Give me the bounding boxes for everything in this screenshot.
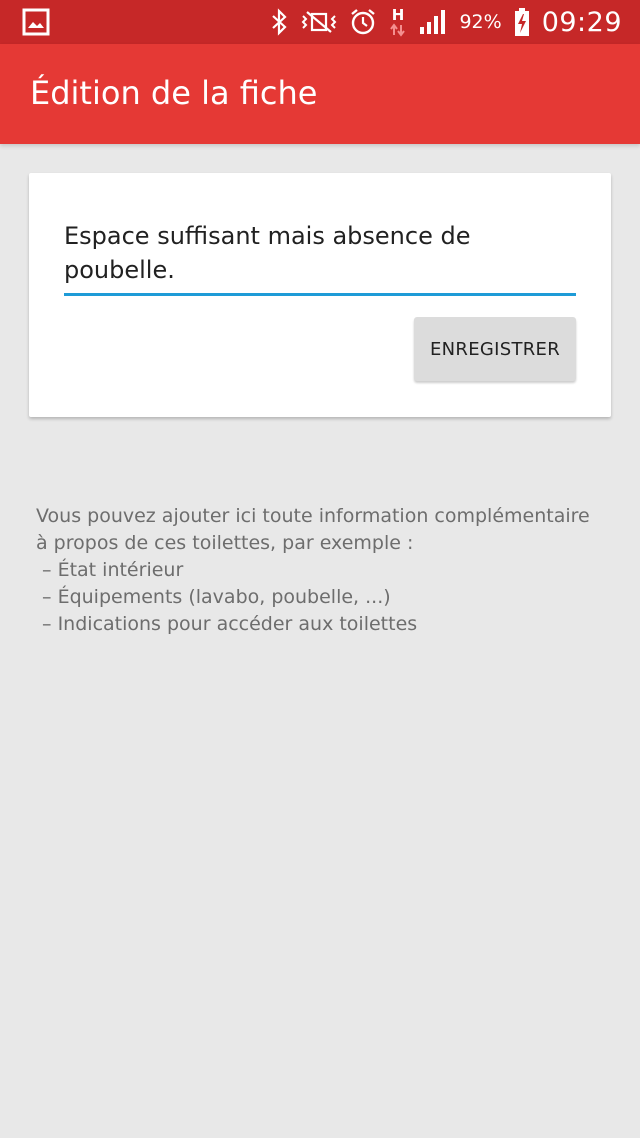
clock: 09:29 — [541, 6, 622, 38]
help-line: Vous pouvez ajouter ici toute informatio… — [36, 505, 590, 527]
help-line: à propos de ces toilettes, par exemple : — [36, 532, 414, 554]
description-text-field[interactable]: Espace suffisant mais absence de poubell… — [64, 219, 576, 296]
page-title: Édition de la fiche — [30, 74, 318, 112]
edit-card: Espace suffisant mais absence de poubell… — [29, 173, 611, 417]
app-bar: Édition de la fiche — [0, 44, 640, 144]
battery-percent: 92% — [459, 11, 502, 33]
help-line: – Équipements (lavabo, poubelle, ...) — [36, 586, 391, 608]
gallery-icon — [22, 8, 50, 36]
bluetooth-icon — [269, 8, 289, 36]
help-line: – Indications pour accéder aux toilettes — [36, 613, 418, 635]
status-bar: H 92% 09:29 — [0, 0, 640, 44]
signal-icon — [419, 9, 447, 35]
battery-charging-icon — [514, 7, 530, 37]
alarm-icon — [349, 8, 377, 36]
save-button[interactable]: ENREGISTRER — [414, 317, 576, 381]
vibrate-icon — [301, 8, 337, 36]
svg-text:H: H — [392, 6, 405, 24]
help-line: – État intérieur — [36, 559, 184, 581]
h-network-icon: H — [389, 6, 407, 38]
help-text: Vous pouvez ajouter ici toute informatio… — [36, 503, 616, 638]
